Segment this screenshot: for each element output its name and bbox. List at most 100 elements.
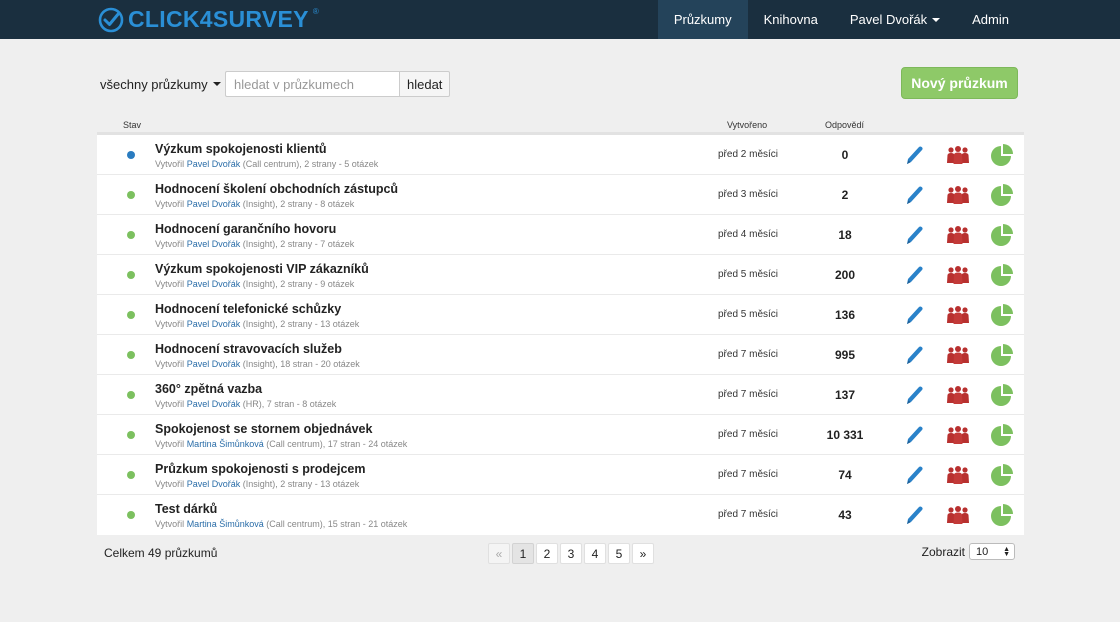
pagination-page-3[interactable]: 3 [560,543,582,564]
meta-details: (Insight), 2 strany - 13 otázek [242,479,360,489]
survey-title[interactable]: 360° zpětná vazba [155,382,262,396]
table-row[interactable]: Výzkum spokojenosti klientů Vytvořil Pave… [97,135,1024,175]
nav-item-2[interactable]: Pavel Dvořák [834,0,956,39]
survey-search-input[interactable] [225,71,399,97]
pencil-icon[interactable] [902,263,926,287]
search-button[interactable]: hledat [399,71,451,97]
author-link[interactable]: Pavel Dvořák [187,359,241,369]
survey-title[interactable]: Hodnocení garančního hovoru [155,222,336,236]
pencil-icon[interactable] [902,503,926,527]
pencil-icon[interactable] [902,423,926,447]
status-dot [127,391,135,399]
meta-details: (Insight), 2 strany - 8 otázek [242,199,355,209]
pagination-page-4[interactable]: 4 [584,543,606,564]
table-row[interactable]: Test dárků Vytvořil Martina Šimůnková (Ca… [97,495,1024,535]
response-count: 200 [834,268,856,282]
page-size-select[interactable]: 10 ▲ ▼ [969,543,1015,560]
nav-item-1[interactable]: Knihovna [748,0,834,39]
author-link[interactable]: Pavel Dvořák [187,319,241,329]
people-icon[interactable] [946,183,970,207]
logo[interactable]: CLICK4SURVEY ® [98,0,319,39]
page-size-label: Zobrazit [921,544,965,559]
pencil-icon[interactable] [902,183,926,207]
pencil-icon[interactable] [902,223,926,247]
people-icon[interactable] [946,343,970,367]
author-link[interactable]: Pavel Dvořák [187,159,241,169]
survey-title[interactable]: Hodnocení stravovacích služeb [155,342,342,356]
survey-meta: Vytvořil Pavel Dvořák (Insight), 2 stran… [155,279,354,289]
survey-title[interactable]: Výzkum spokojenosti klientů [155,142,327,156]
survey-title[interactable]: Test dárků [155,502,217,516]
nav-item-0[interactable]: Průzkumy [657,0,748,39]
table-footer: Celkem 49 průzkumů «1 2 3 4 5» Zobrazit 10 ▲… [97,543,1024,565]
people-icon[interactable] [946,383,970,407]
pagination-page-1[interactable]: 1 [512,543,534,564]
survey-title[interactable]: Spokojenost se stornem objednávek [155,422,372,436]
created-date: před 3 měsíci [718,189,779,200]
table-row[interactable]: Hodnocení telefonické schůzky Vytvořil Pa… [97,295,1024,335]
created-date: před 7 měsíci [718,389,779,400]
nav-item-3[interactable]: Admin [956,0,1025,39]
survey-title[interactable]: Průzkum spokojenosti s prodejcem [155,462,365,476]
survey-filter-dropdown[interactable]: všechny průzkumy [100,77,225,92]
people-icon[interactable] [946,263,970,287]
chevron-down-icon [932,17,941,22]
pencil-icon[interactable] [902,463,926,487]
pencil-icon[interactable] [902,383,926,407]
created-date: před 7 měsíci [718,349,779,360]
table-row[interactable]: Výzkum spokojenosti VIP zákazníků Vytvoři… [97,255,1024,295]
survey-title[interactable]: Hodnocení školení obchodních zástupců [155,182,398,196]
status-dot [127,471,135,479]
pie-chart-icon[interactable] [990,503,1014,527]
created-date: před 7 měsíci [718,469,779,480]
people-icon[interactable] [946,223,970,247]
pagination-page-5[interactable]: 5 [608,543,630,564]
table-row[interactable]: Hodnocení garančního hovoru Vytvořil Pave… [97,215,1024,255]
pie-chart-icon[interactable] [990,303,1014,327]
author-link[interactable]: Pavel Dvořák [187,479,241,489]
status-dot [127,351,135,359]
people-icon[interactable] [946,143,970,167]
author-link[interactable]: Pavel Dvořák [187,239,241,249]
table-row[interactable]: Hodnocení stravovacích služeb Vytvořil Pa… [97,335,1024,375]
people-icon[interactable] [946,423,970,447]
people-icon[interactable] [946,503,970,527]
meta-prefix: Vytvořil [155,479,185,489]
people-icon[interactable] [946,303,970,327]
survey-meta: Vytvořil Pavel Dvořák (Insight), 2 stran… [155,479,359,489]
author-link[interactable]: Pavel Dvořák [187,279,241,289]
pie-chart-icon[interactable] [990,423,1014,447]
pie-chart-icon[interactable] [990,383,1014,407]
pagination-prev[interactable]: « [488,543,510,564]
response-count: 18 [838,228,852,242]
pencil-icon[interactable] [902,303,926,327]
main-nav: Průzkumy Knihovna Pavel Dvořák Admin [657,0,1025,39]
table-row[interactable]: Spokojenost se stornem objednávek Vytvoři… [97,415,1024,455]
pie-chart-icon[interactable] [990,223,1014,247]
survey-title[interactable]: Hodnocení telefonické schůzky [155,302,341,316]
status-dot [127,231,135,239]
status-dot [127,271,135,279]
author-link[interactable]: Martina Šimůnková [187,439,264,449]
table-row[interactable]: 360° zpětná vazba Vytvořil Pavel Dvořák (… [97,375,1024,415]
table-row[interactable]: Průzkum spokojenosti s prodejcem Vytvořil… [97,455,1024,495]
new-survey-button[interactable]: Nový průzkum [901,67,1018,99]
pie-chart-icon[interactable] [990,263,1014,287]
pagination-page-2[interactable]: 2 [536,543,558,564]
people-icon[interactable] [946,463,970,487]
response-count: 136 [834,308,856,322]
pie-chart-icon[interactable] [990,143,1014,167]
meta-details: (Insight), 2 strany - 7 otázek [242,239,355,249]
author-link[interactable]: Pavel Dvořák [187,399,241,409]
pencil-icon[interactable] [902,143,926,167]
author-link[interactable]: Martina Šimůnková [187,519,264,529]
created-date: před 5 měsíci [718,269,779,280]
pagination-next[interactable]: » [632,543,654,564]
pencil-icon[interactable] [902,343,926,367]
author-link[interactable]: Pavel Dvořák [187,199,241,209]
survey-title[interactable]: Výzkum spokojenosti VIP zákazníků [155,262,369,276]
pie-chart-icon[interactable] [990,463,1014,487]
pie-chart-icon[interactable] [990,343,1014,367]
pie-chart-icon[interactable] [990,183,1014,207]
table-row[interactable]: Hodnocení školení obchodních zástupců Vyt… [97,175,1024,215]
